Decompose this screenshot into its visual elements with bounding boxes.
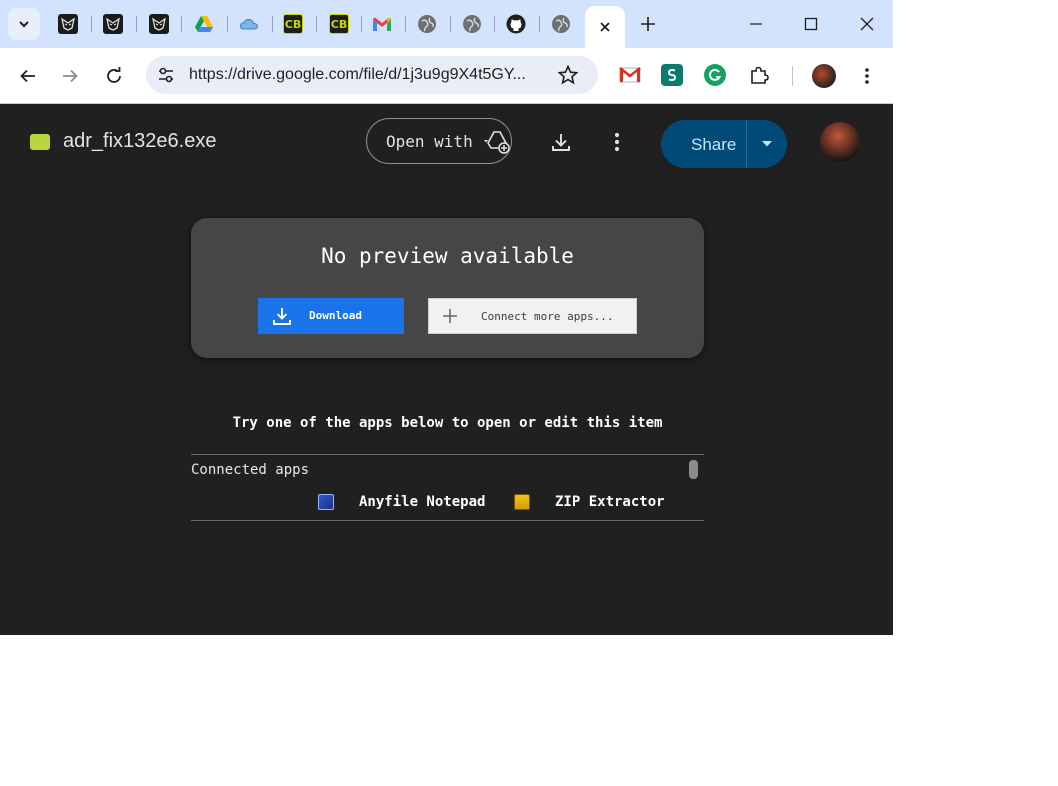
new-tab-button[interactable] [636, 12, 660, 36]
grammarly-extension[interactable] [704, 64, 726, 86]
more-vert-icon [865, 68, 869, 84]
no-preview-card: No preview available Download Connect mo… [191, 218, 704, 358]
app-anyfile-notepad[interactable]: Anyfile Notepad [318, 493, 485, 511]
tab[interactable]: CB [271, 8, 315, 40]
tab[interactable] [360, 8, 404, 40]
minimize-button[interactable] [734, 8, 778, 40]
reload-button[interactable] [98, 60, 130, 92]
browser-window: CB CB https://drive.google.com/file/d/1j… [0, 0, 893, 635]
address-bar[interactable]: https://drive.google.com/file/d/1j3u9g9X… [146, 56, 598, 94]
drive-add-icon [484, 131, 510, 154]
tab[interactable] [46, 8, 90, 40]
connect-more-apps-button[interactable]: Connect more apps... [428, 298, 637, 334]
forward-button[interactable] [54, 60, 86, 92]
globe-icon [463, 15, 481, 33]
app-zip-extractor[interactable]: ZIP Extractor [514, 493, 665, 511]
tab[interactable] [227, 8, 271, 40]
profile-avatar[interactable] [812, 64, 836, 88]
file-type-icon [30, 134, 50, 150]
bookmark-button[interactable] [556, 63, 580, 87]
puzzle-icon [751, 66, 769, 84]
close-window-button[interactable] [845, 8, 889, 40]
connected-apps-list: Connected apps Anyfile Notepad ZIP Extra… [191, 454, 704, 521]
star-icon [558, 65, 578, 85]
tab[interactable] [137, 8, 181, 40]
file-name: adr_fix132e6.exe [63, 130, 217, 152]
tab[interactable] [450, 8, 494, 40]
cb-icon: CB [283, 14, 303, 34]
zip-icon [514, 494, 530, 510]
download-icon [273, 308, 291, 325]
share-divider [746, 120, 747, 168]
mail-checker-icon [619, 67, 641, 83]
toolbar-divider [792, 66, 793, 86]
chevron-down-icon [19, 21, 29, 28]
app-name: ZIP Extractor [555, 494, 665, 510]
minimize-icon [750, 23, 762, 25]
download-button[interactable]: Download [258, 298, 404, 334]
download-icon [552, 134, 570, 151]
open-with-button[interactable]: Open with [366, 118, 512, 164]
cb-icon: CB [329, 14, 349, 34]
google-drive-icon [195, 16, 213, 32]
reload-icon [107, 67, 121, 83]
connected-apps-heading: Connected apps [191, 462, 310, 478]
globe-icon [552, 15, 570, 33]
notepad-icon [318, 494, 334, 510]
account-avatar[interactable] [820, 122, 860, 162]
grammarly-icon [708, 68, 722, 81]
github-icon [506, 14, 526, 34]
cloud-icon [239, 18, 259, 30]
share-label: Share [691, 135, 737, 154]
tab-strip: CB CB [0, 0, 893, 48]
caret-down-icon [762, 141, 772, 147]
app-name: Anyfile Notepad [359, 494, 486, 510]
gmail-extension[interactable] [619, 64, 641, 86]
scrollbar[interactable] [689, 460, 698, 479]
tab[interactable] [539, 8, 583, 40]
share-button[interactable]: Share [661, 120, 787, 168]
active-tab[interactable] [585, 6, 625, 48]
extensions-button[interactable] [748, 64, 770, 86]
tab[interactable] [91, 8, 135, 40]
close-tab-icon[interactable] [598, 20, 612, 34]
ninja-icon [58, 14, 78, 34]
globe-icon [418, 15, 436, 33]
tab-search-button[interactable] [8, 8, 40, 40]
site-info-button[interactable] [154, 63, 178, 87]
download-label: Download [309, 309, 362, 322]
browser-menu-button[interactable] [851, 60, 883, 92]
maximize-icon [804, 17, 818, 31]
ninja-icon [149, 14, 169, 34]
browser-toolbar: https://drive.google.com/file/d/1j3u9g9X… [0, 48, 893, 104]
gmail-icon [373, 17, 391, 31]
forward-arrow-icon [63, 69, 78, 83]
plus-icon [641, 17, 655, 31]
no-preview-title: No preview available [321, 244, 574, 268]
ninja-icon [103, 14, 123, 34]
tune-icon [159, 67, 173, 83]
share-options-button[interactable] [749, 130, 785, 158]
tab[interactable]: CB [317, 8, 361, 40]
more-vert-icon [614, 132, 620, 152]
close-icon [860, 17, 874, 31]
maximize-button[interactable] [789, 8, 833, 40]
connect-more-apps-label: Connect more apps... [481, 310, 614, 323]
url-text[interactable]: https://drive.google.com/file/d/1j3u9g9X… [189, 66, 526, 84]
s-icon [667, 69, 677, 81]
open-with-label: Open with [386, 132, 473, 151]
apps-prompt: Try one of the apps below to open or edi… [232, 415, 663, 431]
plus-icon [443, 309, 457, 323]
tab[interactable] [405, 8, 449, 40]
tab[interactable] [494, 8, 538, 40]
download-header-button[interactable] [545, 126, 577, 158]
tab[interactable] [182, 8, 226, 40]
more-actions-button[interactable] [601, 126, 633, 158]
back-arrow-icon [20, 69, 35, 83]
back-button[interactable] [12, 60, 44, 92]
stylus-extension[interactable] [661, 64, 683, 86]
